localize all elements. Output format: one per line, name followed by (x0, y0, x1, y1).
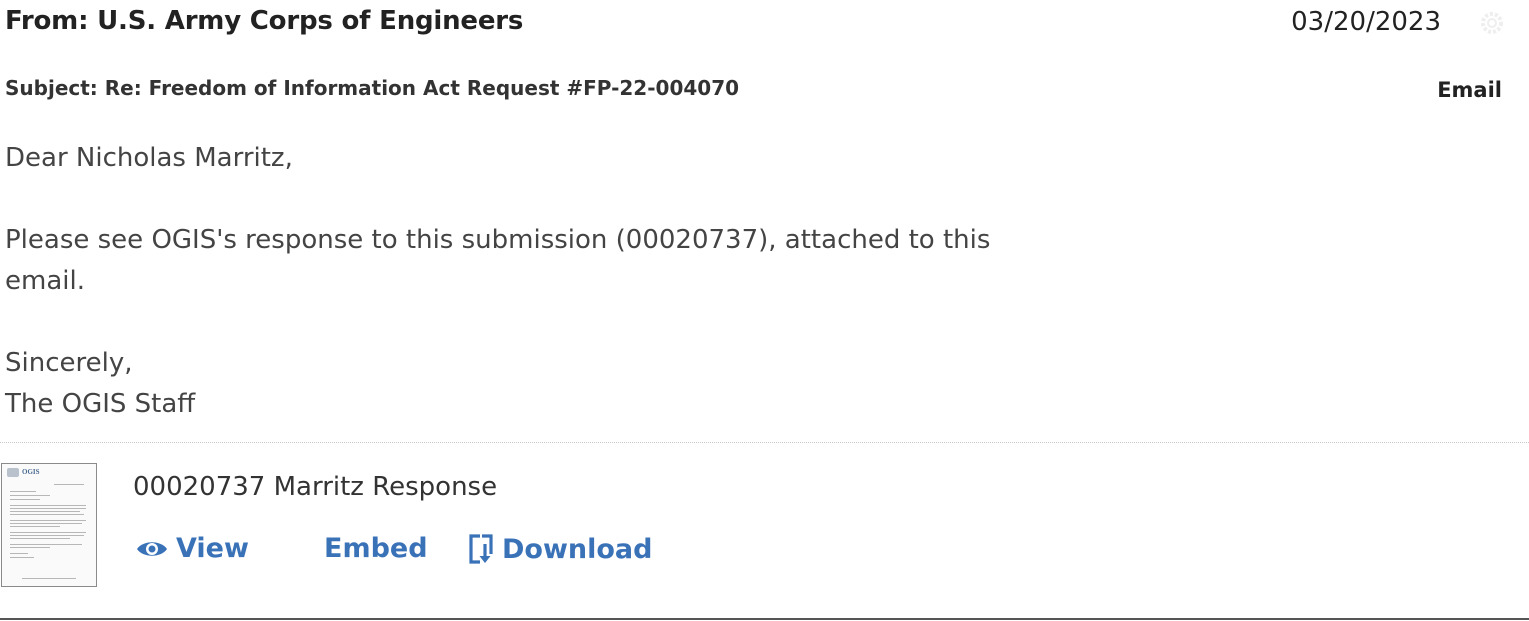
download-button[interactable]: Download (467, 533, 652, 565)
signature-block: Sincerely, The OGIS Staff (5, 343, 1005, 425)
message-date: 03/20/2023 (1291, 7, 1441, 37)
download-icon (469, 534, 493, 564)
message-line: Please see OGIS's response to this submi… (5, 225, 991, 255)
divider (0, 442, 1529, 443)
seal-icon (7, 468, 19, 477)
bottom-divider (0, 618, 1529, 620)
embed-label: Embed (324, 533, 428, 564)
closing: Sincerely, (5, 348, 133, 378)
eye-icon (137, 541, 167, 556)
greeting: Dear Nicholas Marritz, (5, 143, 293, 173)
message-paragraph: Please see OGIS's response to this submi… (5, 220, 1005, 302)
attachment-title[interactable]: 00020737 Marritz Response (133, 472, 497, 502)
thumbnail-logo: OGIS (22, 468, 40, 476)
attachment-thumbnail[interactable]: OGIS (1, 463, 97, 587)
gear-icon[interactable] (1477, 8, 1507, 38)
view-button[interactable]: View (135, 533, 249, 564)
message-type-label: Email (1437, 78, 1502, 102)
message-line: email. (5, 266, 85, 296)
sender-heading: From: U.S. Army Corps of Engineers (5, 6, 524, 36)
view-label: View (176, 533, 249, 564)
subject-line: Subject: Re: Freedom of Information Act … (5, 76, 740, 100)
message-body: Dear Nicholas Marritz, Please see OGIS's… (5, 138, 1005, 425)
signature: The OGIS Staff (5, 389, 196, 419)
embed-button[interactable]: Embed (324, 533, 428, 564)
download-label: Download (502, 533, 653, 565)
